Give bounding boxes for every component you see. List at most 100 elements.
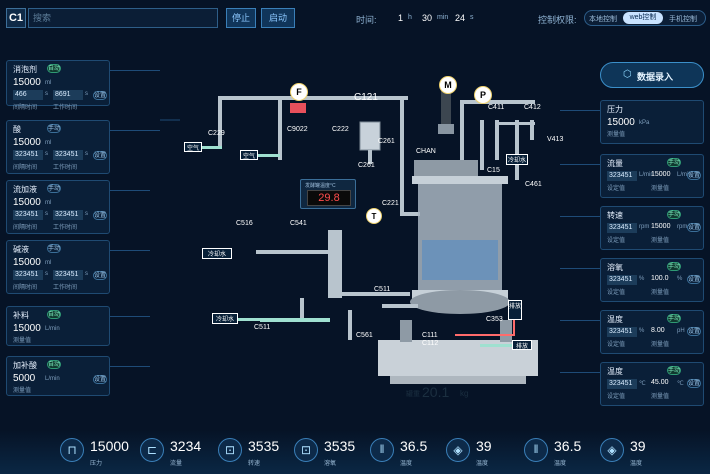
left-panel-settings-button[interactable]: 设置	[93, 211, 107, 220]
left-panel-mode-tag[interactable]: 手动	[47, 244, 61, 253]
left-panel-interval-field[interactable]: 323451	[13, 270, 43, 280]
stop-button[interactable]: 停止	[226, 8, 256, 28]
left-panel-work-label: 工作时间	[53, 285, 78, 291]
left-panel-settings-button[interactable]: 设置	[93, 151, 107, 160]
time-seconds: 24	[455, 13, 466, 23]
left-panel-unit: ml	[45, 200, 52, 206]
right-panel-title: 流量	[607, 159, 623, 168]
bottom-stat: 𝍪 36.5 温度	[370, 436, 446, 468]
right-panel-settings-button[interactable]: 设置	[687, 327, 701, 336]
left-panel-mode-tag[interactable]: 自动	[47, 310, 61, 319]
left-panel-work-field[interactable]: 323451	[53, 210, 83, 220]
data-entry-button[interactable]: ⬡ 数据录入	[600, 62, 704, 88]
right-panel-mode-tag[interactable]: 手动	[667, 158, 681, 167]
right-panel-settings-button[interactable]: 设置	[687, 171, 701, 180]
tank-weight-display: 罐重 20.1 kg	[406, 384, 482, 402]
right-panel-title: 转速	[607, 211, 623, 220]
label-c222: C222	[332, 126, 349, 133]
right-panel-setpoint-field[interactable]: 323451	[607, 223, 637, 233]
control-mobile-option[interactable]: 手机控制	[669, 14, 697, 24]
label-v413: V413	[547, 136, 564, 143]
label-c261-a: C261	[378, 138, 395, 145]
left-panel-settings-button[interactable]: 设置	[93, 91, 107, 100]
right-panel-measured-value: 100.0	[651, 275, 669, 282]
bottom-stat-value: 39	[476, 438, 492, 454]
right-panel-mode-tag[interactable]: 手动	[667, 366, 681, 375]
left-panel-work-field[interactable]: 323451	[53, 150, 83, 160]
bottom-stat-label: 溶氧	[324, 461, 337, 467]
right-panel-settings-button[interactable]: 设置	[687, 223, 701, 232]
left-panel-mode-tag[interactable]: 自动	[47, 64, 61, 73]
right-panel-mode-tag[interactable]: 手动	[667, 314, 681, 323]
tank-weight-value: 20.1	[422, 384, 450, 400]
label-c411: C411	[488, 104, 505, 111]
left-panel-interval-field[interactable]: 323451	[13, 150, 43, 160]
right-panel-mode-tag[interactable]: 手动	[667, 210, 681, 219]
left-panel-mode-tag[interactable]: 自动	[47, 360, 61, 369]
tank-weight-unit: kg	[460, 389, 469, 398]
right-panel-setpoint-label: 设定值	[607, 290, 626, 296]
right-panel-measured-unit: ℃	[677, 381, 684, 387]
left-panel-value: 15000	[13, 197, 41, 208]
right-panel-sub-label: 测量值	[607, 132, 626, 138]
search-input[interactable]: 搜索	[28, 8, 218, 28]
right-panel-setpoint-field[interactable]: 323451	[607, 379, 637, 389]
label-c261-b: C261	[358, 162, 375, 169]
control-local-option[interactable]: 本地控制	[589, 14, 617, 24]
left-panel-interval-unit: s	[45, 211, 48, 217]
left-panel-work-field[interactable]: 323451	[53, 270, 83, 280]
bottom-stat-label: 温度	[554, 461, 567, 467]
speed-icon: ⊡	[218, 438, 242, 462]
right-panel-settings-button[interactable]: 设置	[687, 275, 701, 284]
left-panel-mode-tag[interactable]: 手动	[47, 124, 61, 133]
right-panel-measured-value: 15000	[651, 171, 671, 178]
right-panel-setpoint-unit: ℃	[639, 381, 646, 387]
right-panel-settings-button[interactable]: 设置	[687, 379, 701, 388]
left-panel-work-field[interactable]: 8691	[53, 90, 83, 100]
right-panel-setpoint-label: 设定值	[607, 238, 626, 244]
vent-badge: 排放	[512, 340, 532, 350]
left-panel-settings-button[interactable]: 设置	[93, 271, 107, 280]
thermometer-icon: 𝍪	[524, 438, 548, 462]
right-panel-mode-tag[interactable]: 手动	[667, 262, 681, 271]
time-hours: 1	[398, 13, 404, 23]
bottom-stat-value: 36.5	[554, 438, 582, 454]
time-seconds-unit: s	[470, 14, 474, 21]
left-panel: 消泡剂 自动 15000 ml 466 s 8691 s 间隔时间 工作时间 设置	[6, 60, 110, 111]
left-panel-interval-label: 间隔时间	[13, 225, 38, 231]
right-panel-setpoint-field[interactable]: 323451	[607, 327, 637, 337]
label-c461: C461	[525, 181, 542, 188]
left-panel-interval-field[interactable]: 323451	[13, 210, 43, 220]
left-panel-work-label: 工作时间	[53, 225, 78, 231]
left-panel-interval-label: 间隔时间	[13, 285, 38, 291]
cooling-water-badge-mid: 冷却水	[202, 248, 232, 259]
left-panel-mode-tag[interactable]: 手动	[47, 184, 61, 193]
top-bar: C1 搜索 停止 启动 时间: 1 h 30 min 24 s 控制权限: 本地…	[0, 0, 710, 36]
control-web-option[interactable]: web控制	[623, 12, 663, 24]
label-c121: C121	[354, 92, 378, 103]
right-panel-setpoint-field[interactable]: 323451	[607, 275, 637, 285]
oxygen-icon: ⊡	[294, 438, 318, 462]
bottom-stat-label: 压力	[90, 461, 103, 467]
cooling-water-badge-top: 冷却水	[506, 154, 528, 165]
right-panel-measured-label: 测量值	[651, 394, 670, 400]
right-panel-measured-unit: pH	[677, 328, 685, 334]
label-chan: CHAN	[416, 148, 436, 155]
motor-icon: M	[439, 76, 457, 94]
left-panel-settings-button[interactable]: 设置	[93, 375, 107, 384]
left-panel: 碱液 手动 15000 ml 323451 s 323451 s 间隔时间 工作时间 设置	[6, 240, 110, 294]
left-panel-unit: ml	[45, 140, 52, 146]
right-panel-measured-label: 测量值	[651, 290, 670, 296]
right-panel-setpoint-field[interactable]: 323451	[607, 171, 637, 181]
start-button[interactable]: 启动	[261, 8, 295, 28]
diagram-svg	[160, 88, 538, 384]
left-panel-work-unit: s	[85, 91, 88, 97]
control-permission-label: 控制权限:	[538, 15, 577, 25]
left-panel-interval-field[interactable]: 466	[13, 90, 43, 100]
left-panel-title: 碱液	[13, 245, 29, 254]
bottom-stat-value: 39	[630, 438, 646, 454]
bottom-stat: ⊡ 3535 转速	[218, 436, 294, 468]
channel-badge[interactable]: C1	[6, 8, 26, 28]
left-panel: 流加液 手动 15000 ml 323451 s 323451 s 间隔时间 工作时间 设置	[6, 180, 110, 234]
temperature-sensor-icon: T	[366, 208, 382, 224]
